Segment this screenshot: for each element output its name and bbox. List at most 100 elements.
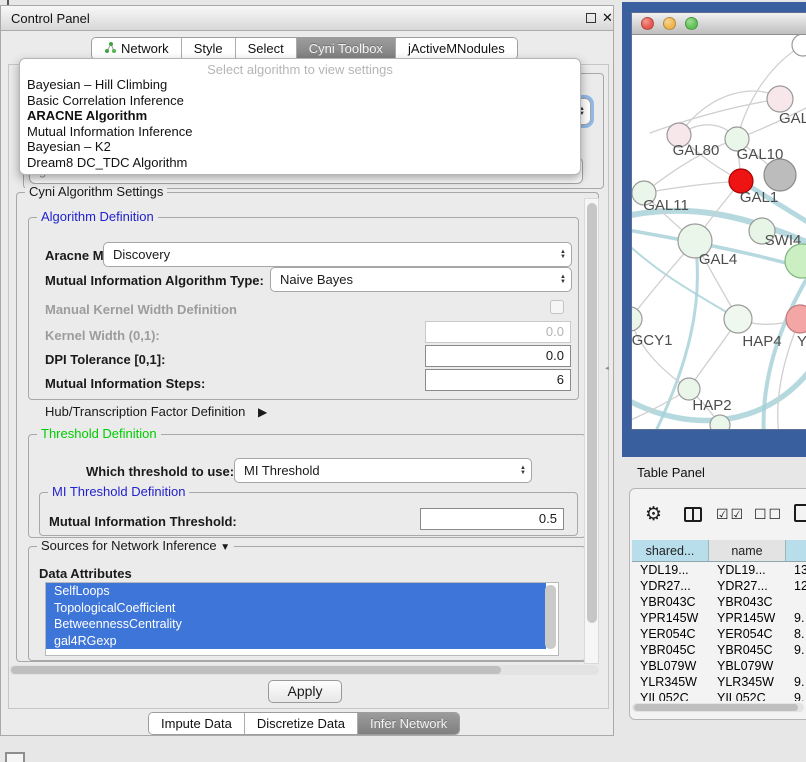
table-row[interactable]: YBR045CYBR045C9. [632,642,806,658]
network-canvas[interactable]: GALGAL80GAL10GAL1GAL11SWI4GAL4GCY1HAP4YH… [632,35,806,429]
kernel-width-field[interactable]: 0.0 [425,321,571,343]
aracne-mode-combo[interactable]: Discovery ▲▼ [103,242,572,267]
table-row[interactable]: YDL19...YDL19...13 [632,562,806,578]
data-attributes-list[interactable]: SelfLoopsTopologicalCoefficientBetweenne… [45,582,559,656]
settings-vscrollbar-track[interactable] [584,198,599,664]
table-cell: 9. [786,642,806,658]
list-scrollbar[interactable] [545,585,556,649]
data-attribute-item[interactable]: TopologicalCoefficient [46,600,546,617]
table-cell: YBR043C [632,594,709,610]
table-cell: 12 [786,578,806,594]
column-header-shared...[interactable]: shared... [632,540,709,562]
apply-button[interactable]: Apply [268,680,342,703]
algorithm-option[interactable]: Basic Correlation Inference [20,93,580,109]
network-view-window[interactable]: GALGAL80GAL10GAL1GAL11SWI4GAL4GCY1HAP4YH… [631,12,806,430]
manual-kernel-width-checkbox[interactable] [550,300,564,314]
table-row[interactable]: YLR345WYLR345W9. [632,674,806,690]
deselect-all-icon[interactable]: ☐☐ [754,506,783,523]
settings-hscrollbar-track[interactable] [9,665,599,675]
table-hscrollbar-thumb[interactable] [634,704,798,711]
table-panel-title: Table Panel [637,465,705,480]
network-window-titlebar[interactable] [632,13,806,35]
node-gcy1[interactable] [632,307,642,331]
tab-jactivemnodules[interactable]: jActiveMNodules [395,38,517,59]
mi-algorithm-type-combo[interactable]: Naive Bayes ▲▼ [270,267,572,292]
tab-cyni-toolbox[interactable]: Cyni Toolbox [296,38,395,59]
table-row[interactable]: YBL079WYBL079W [632,658,806,674]
algorithm-option[interactable]: Mutual Information Inference [20,124,580,140]
tab-style[interactable]: Style [181,38,235,59]
split-columns-icon[interactable] [684,507,702,522]
settings-vscrollbar-thumb[interactable] [587,203,597,623]
close-traffic-light[interactable] [641,17,654,30]
table-row[interactable]: YIL052CYIL052C9. [632,690,806,701]
algorithm-option[interactable]: Dream8 DC_TDC Algorithm [20,155,580,171]
table-hscrollbar-track[interactable] [632,703,804,712]
algorithm-option[interactable]: Bayesian – Hill Climbing [20,77,580,93]
dpi-tolerance-label: DPI Tolerance [0,1]: [45,352,165,367]
table-cell: 9. [786,610,806,626]
control-panel-titlebar: Control Panel ✕ [1,6,613,31]
network-edge[interactable] [679,91,780,135]
node-label: HAP4 [742,333,781,350]
table-row[interactable]: YPR145WYPR145W9. [632,610,806,626]
node-green-right[interactable] [785,244,806,278]
column-header-name[interactable]: name [709,540,786,562]
table-cell: 9. [786,690,806,701]
algorithm-option[interactable]: ARACNE Algorithm [20,108,580,124]
tab-network[interactable]: Network [92,38,181,59]
panel-divider-grip[interactable]: ◄ [604,366,610,372]
node-top-partial[interactable] [792,35,806,56]
data-attribute-item[interactable]: BetweennessCentrality [46,616,546,633]
export-table-icon[interactable] [794,504,806,522]
stepper-arrows-icon: ▲▼ [555,250,571,260]
tab-label: Select [248,41,284,56]
tab-discretize-data[interactable]: Discretize Data [244,713,357,734]
table-cell: YBL079W [709,658,786,674]
column-header-partial[interactable] [786,540,806,562]
data-attribute-item[interactable]: SelfLoops [46,583,546,600]
data-attribute-item[interactable]: gal4RGexp [46,633,546,650]
node-hap4[interactable] [724,305,752,333]
table-row[interactable]: YDR27...YDR27...12 [632,578,806,594]
which-threshold-combo[interactable]: MI Threshold ▲▼ [234,458,532,483]
mi-steps-field[interactable]: 6 [425,369,571,391]
tab-impute-data[interactable]: Impute Data [149,713,244,734]
table-cell: 9. [786,674,806,690]
mi-threshold-field[interactable]: 0.5 [420,508,564,530]
float-window-icon[interactable] [586,13,596,23]
table-cell: YER054C [709,626,786,642]
table-row[interactable]: YER054CYER054C8. [632,626,806,642]
tab-infer-network[interactable]: Infer Network [357,713,459,734]
which-threshold-label: Which threshold to use: [86,464,234,479]
table-row[interactable]: YBR043CYBR043C [632,594,806,610]
table-cell: YIL052C [709,690,786,701]
algorithm-option[interactable]: Bayesian – K2 [20,139,580,155]
tab-select[interactable]: Select [235,38,296,59]
zoom-traffic-light[interactable] [685,17,698,30]
network-edge[interactable] [632,319,689,389]
node-gal-top[interactable] [767,86,793,112]
node-gray[interactable] [764,159,796,191]
gear-icon[interactable]: ⚙ [645,503,662,526]
network-edge[interactable] [644,181,741,193]
mi-steps-label: Mutual Information Steps: [45,376,205,391]
table-cell: YDR27... [632,578,709,594]
hub-definition-toggle[interactable]: Hub/Transcription Factor Definition ▶ [45,404,267,419]
table-cell: YBR045C [632,642,709,658]
minimize-traffic-light[interactable] [663,17,676,30]
floating-grip-box[interactable] [5,752,25,762]
threshold-definition-title: Threshold Definition [37,426,161,441]
node-label: GAL4 [699,251,737,268]
table-cell: YER054C [632,626,709,642]
popup-placeholder: Select algorithm to view settings [20,59,580,77]
dpi-tolerance-field[interactable]: 0.0 [425,345,571,367]
select-all-icon[interactable]: ☑☑ [716,506,745,523]
node-bottom-partial[interactable] [710,415,730,429]
settings-hscrollbar-thumb[interactable] [11,666,501,674]
table-cell: YIL052C [632,690,709,701]
table-cell: YBR045C [709,642,786,658]
sources-group-title[interactable]: Sources for Network Inference ▼ [37,538,234,553]
close-icon[interactable]: ✕ [602,10,613,26]
cyni-bottom-tabbar: Impute DataDiscretize DataInfer Network [148,712,460,735]
